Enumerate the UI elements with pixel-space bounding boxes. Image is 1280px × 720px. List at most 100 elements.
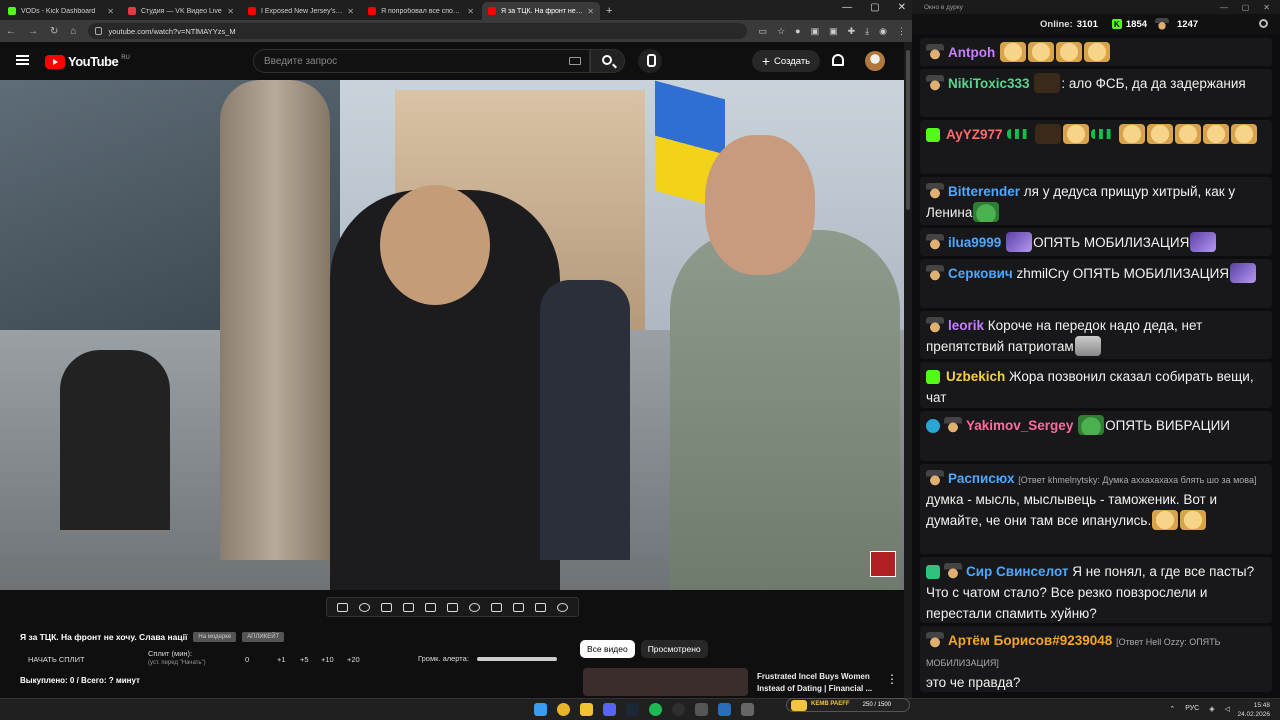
bookmark-star-icon[interactable]: ☆ xyxy=(777,26,785,37)
chat-username[interactable]: Артём Борисов#9239048 xyxy=(948,633,1112,648)
start-split-button[interactable]: НАЧАТЬ СПЛИТ xyxy=(28,655,85,664)
minimize-icon[interactable]: — xyxy=(842,2,852,13)
voice-search-mic-icon[interactable] xyxy=(638,49,662,73)
clip-icon[interactable] xyxy=(491,602,503,612)
close-icon[interactable]: ✕ xyxy=(587,7,594,16)
avatar[interactable] xyxy=(865,51,885,71)
language-indicator[interactable]: РУС xyxy=(1185,705,1199,713)
chat-username[interactable]: Расписюх xyxy=(948,471,1015,486)
forward-icon[interactable]: → xyxy=(28,26,38,37)
tab-youtube-2[interactable]: Я попробовал все способы б...✕ xyxy=(362,2,480,20)
extension-icon[interactable]: ● xyxy=(795,26,800,36)
chat-username[interactable]: NikiToxic333 xyxy=(948,76,1030,91)
spotify-icon[interactable] xyxy=(649,703,662,716)
kick-goal-widget[interactable]: KEMB PAEFF 250 / 1500 xyxy=(786,698,910,712)
close-icon[interactable]: ✕ xyxy=(107,7,114,16)
app-icon[interactable] xyxy=(741,703,754,716)
extension-icon[interactable]: ▣ xyxy=(829,26,838,37)
reload-icon[interactable]: ↻ xyxy=(50,26,58,37)
hamburger-menu-icon[interactable] xyxy=(16,55,29,65)
tab-youtube-active[interactable]: Я за ТЦК. На фронт не хочу. С...✕ xyxy=(482,2,600,20)
channel-watermark-icon[interactable] xyxy=(870,551,896,577)
tab-youtube-1[interactable]: I Exposed New Jersey's Jewish ...✕ xyxy=(242,2,360,20)
app-icon[interactable] xyxy=(695,703,708,716)
tab-vk-studio[interactable]: Студия — VK Видео Live ✕ xyxy=(122,2,240,20)
moderation-chip[interactable]: На модерке xyxy=(193,632,237,642)
minimize-icon[interactable]: — xyxy=(1220,3,1228,12)
close-icon[interactable]: ✕ xyxy=(227,7,234,16)
cast-icon[interactable]: ▭ xyxy=(759,26,768,37)
apply-chip[interactable]: АПЛИКЕЙТ xyxy=(242,632,285,642)
recommended-title[interactable]: Frustrated Incel Buys Women Instead of D… xyxy=(757,671,877,695)
profile-icon[interactable]: ◉ xyxy=(879,26,887,37)
notifications-bell-icon[interactable] xyxy=(832,54,844,66)
screenshot-camera-icon[interactable] xyxy=(513,602,525,612)
page-scrollbar[interactable] xyxy=(904,42,912,698)
home-icon[interactable]: ⌂ xyxy=(70,26,76,37)
scrollbar-thumb[interactable] xyxy=(906,50,910,210)
chat-username[interactable]: Uzbekich xyxy=(946,369,1005,384)
chat-username[interactable]: ilua9999 xyxy=(948,235,1001,250)
maximize-icon[interactable]: ▢ xyxy=(870,2,879,13)
app-icon[interactable] xyxy=(718,703,731,716)
menu-dots-icon[interactable]: ⋮ xyxy=(897,26,906,37)
split-value[interactable]: 0 xyxy=(245,655,249,664)
url-field[interactable]: youtube.com/watch?v=NTlMAYYzs_M xyxy=(88,23,747,39)
new-tab-button[interactable]: + xyxy=(606,2,612,20)
subtitles-icon[interactable] xyxy=(446,602,458,612)
chat-username[interactable]: leorik xyxy=(948,318,984,333)
settings-gear-icon[interactable] xyxy=(1259,19,1268,28)
chat-username[interactable]: AyYZ977 xyxy=(946,127,1003,142)
back-icon[interactable]: ← xyxy=(6,26,16,37)
obs-icon[interactable] xyxy=(672,703,685,716)
close-icon[interactable]: ✕ xyxy=(467,7,474,16)
create-button[interactable]: + Создать xyxy=(752,50,820,72)
picture-in-picture-icon[interactable] xyxy=(424,602,436,612)
loop-icon[interactable] xyxy=(336,602,348,612)
network-icon[interactable]: ◈ xyxy=(1209,705,1214,713)
search-input[interactable]: Введите запрос xyxy=(253,49,590,73)
clock[interactable]: 15:48 24.02.2026 xyxy=(1237,701,1270,719)
speed-gauge-icon[interactable] xyxy=(469,602,480,612)
alert-volume-slider[interactable] xyxy=(476,656,557,661)
tab-all-videos[interactable]: Все видео xyxy=(580,640,635,658)
puzzle-icon[interactable]: ✚ xyxy=(848,26,856,37)
download-icon[interactable]: ⤓ xyxy=(865,26,869,37)
close-window-icon[interactable]: ✕ xyxy=(1263,3,1270,12)
discord-icon[interactable] xyxy=(603,703,616,716)
more-vert-icon[interactable]: ⋮ xyxy=(886,672,898,686)
split-plus-1-button[interactable]: +1 xyxy=(277,655,286,664)
maximize-icon[interactable]: ▢ xyxy=(1242,3,1250,12)
screen-share-icon[interactable] xyxy=(380,602,392,612)
film-icon[interactable] xyxy=(402,602,414,612)
steam-icon[interactable] xyxy=(626,703,639,716)
close-icon[interactable]: ✕ xyxy=(347,7,354,16)
tab-kick-dashboard[interactable]: VODs - Kick Dashboard ✕ xyxy=(2,2,120,20)
file-explorer-icon[interactable] xyxy=(580,703,593,716)
flask-icon[interactable] xyxy=(535,602,547,612)
broadcast-icon[interactable] xyxy=(358,602,370,612)
site-info-icon[interactable] xyxy=(95,27,103,35)
youtube-logo[interactable]: YouTube RU xyxy=(45,54,130,69)
split-plus-5-button[interactable]: +5 xyxy=(300,655,309,664)
tab-watched[interactable]: Просмотрено xyxy=(640,640,708,658)
extension-icon[interactable]: ▣ xyxy=(811,26,820,37)
tray-chevron-icon[interactable]: ⌃ xyxy=(1169,705,1175,713)
chat-username[interactable]: Bitterender xyxy=(948,184,1020,199)
split-plus-20-button[interactable]: +20 xyxy=(347,655,360,664)
chat-username[interactable]: Серкович xyxy=(948,266,1013,281)
chat-username[interactable]: Сир Свинселот xyxy=(966,564,1068,579)
settings-gear-icon[interactable] xyxy=(557,602,569,612)
volume-icon[interactable]: ◁ xyxy=(1225,705,1230,713)
chrome-icon[interactable] xyxy=(557,703,570,716)
split-plus-10-button[interactable]: +10 xyxy=(321,655,334,664)
keyboard-icon[interactable] xyxy=(569,57,581,65)
video-player[interactable] xyxy=(0,80,904,590)
reply-context[interactable]: [Ответ khmelnytsky: Думка аххахахаха бля… xyxy=(1018,475,1256,485)
chat-username[interactable]: Antpoh xyxy=(948,45,995,60)
start-windows-icon[interactable] xyxy=(534,703,547,716)
search-button[interactable] xyxy=(590,49,625,73)
recommended-thumbnail[interactable] xyxy=(583,668,748,696)
chat-username[interactable]: Yakimov_Sergey xyxy=(966,418,1073,433)
close-window-icon[interactable]: ✕ xyxy=(898,2,906,13)
